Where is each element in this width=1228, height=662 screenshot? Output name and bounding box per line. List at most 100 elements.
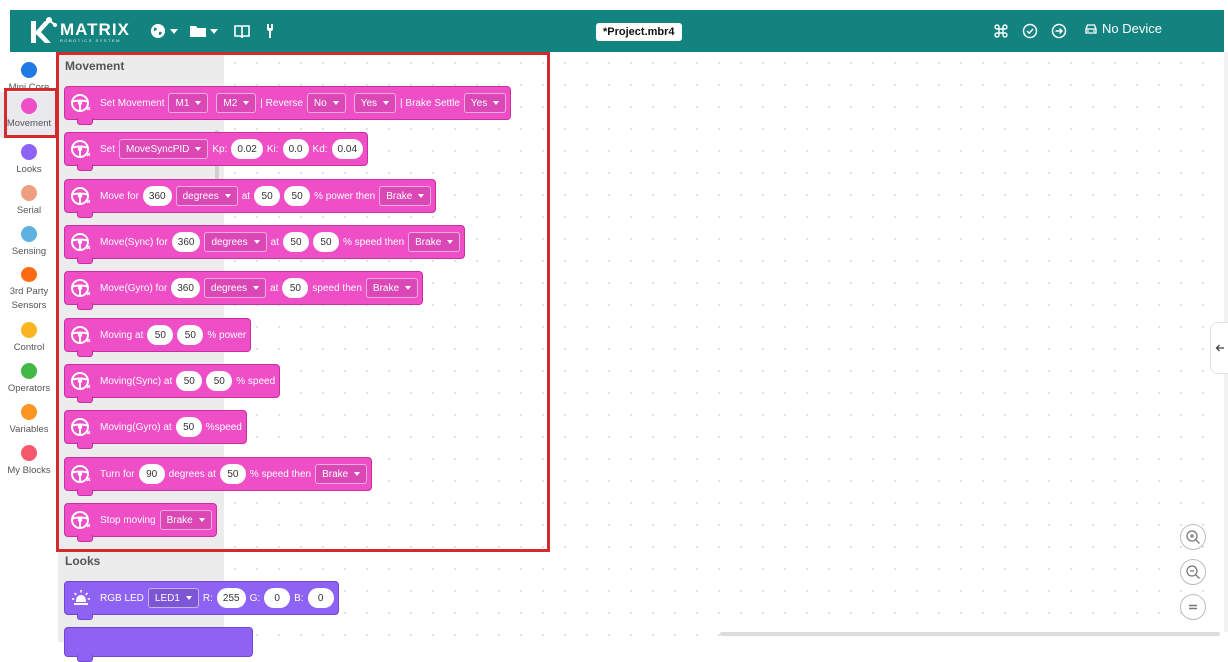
folder-icon — [190, 26, 206, 37]
stop-mode-dropdown[interactable]: Brake — [379, 186, 432, 206]
block-text: % speed — [236, 375, 276, 387]
workspace-canvas[interactable] — [224, 52, 1224, 642]
block-text: Kp: — [212, 143, 228, 155]
category-my-blocks[interactable]: My Blocks — [0, 439, 58, 479]
block-text: R: — [202, 592, 213, 604]
led-dropdown[interactable]: LED1 — [147, 588, 199, 608]
block-move-gyro-for[interactable]: Move(Gyro) for 360 degrees at 50 speed t… — [64, 271, 424, 310]
left-power-input[interactable]: 50 — [254, 186, 281, 206]
category-label: Sensing — [11, 246, 47, 257]
verify-button[interactable] — [1022, 22, 1038, 40]
speed-input[interactable]: 50 — [175, 417, 202, 437]
device-status: No Device — [1102, 21, 1162, 36]
ki-input[interactable]: 0.0 — [282, 139, 309, 159]
pid-mode-dropdown[interactable]: MoveSyncPID — [119, 139, 209, 159]
reverse-right-dropdown[interactable]: Yes — [353, 93, 397, 113]
category-control[interactable]: Control — [0, 316, 58, 356]
category-operators[interactable]: Operators — [0, 357, 58, 397]
motor-right-dropdown[interactable]: M2 — [216, 93, 257, 113]
speed-input[interactable]: 50 — [282, 278, 309, 298]
left-speed-input[interactable]: 50 — [282, 232, 309, 252]
upload-button[interactable] — [1051, 22, 1067, 40]
category-looks[interactable]: Looks — [0, 138, 58, 178]
block-text: RGB LED — [100, 592, 144, 604]
book-icon — [234, 25, 250, 38]
zoom-out-icon — [1186, 565, 1200, 579]
tools-button[interactable] — [265, 22, 275, 40]
tutorial-button[interactable] — [234, 22, 250, 40]
block-moving-at[interactable]: Moving at 50 50 % power — [64, 318, 252, 357]
motor-left-dropdown[interactable]: M1 — [168, 93, 209, 113]
right-speed-input[interactable]: 50 — [312, 232, 339, 252]
logo-subtitle: ROBOTICS SYSTEM — [60, 38, 121, 43]
robot-arm-logo-icon — [31, 17, 57, 43]
block-text: Kd: — [312, 143, 328, 155]
angle-input[interactable]: 90 — [138, 464, 165, 484]
collapse-panel-button[interactable] — [1210, 322, 1228, 374]
category-movement[interactable]: Movement — [0, 92, 58, 138]
block-moving-sync-at[interactable]: Moving(Sync) at 50 50 % speed — [64, 364, 281, 403]
block-text: degrees at — [168, 468, 216, 480]
zoom-reset-button[interactable] — [1180, 594, 1206, 620]
distance-input[interactable]: 360 — [171, 232, 201, 252]
distance-input[interactable]: 360 — [171, 278, 200, 298]
block-moving-gyro-at[interactable]: Moving(Gyro) at 50 %speed — [64, 410, 247, 449]
kp-input[interactable]: 0.02 — [231, 139, 263, 159]
block-move-for[interactable]: Move for 360 degrees at 50 50 % power th… — [64, 179, 437, 218]
category-label-line2: Sensors — [11, 300, 47, 311]
stop-mode-dropdown[interactable]: Brake — [408, 232, 461, 252]
red-input[interactable]: 255 — [216, 588, 246, 608]
block-looks-partial[interactable] — [64, 627, 253, 662]
device-connection-button[interactable]: No Device — [1084, 21, 1162, 36]
arrow-circle-right-icon — [1051, 23, 1067, 39]
category-dot — [21, 363, 37, 379]
category-sensing[interactable]: Sensing — [0, 220, 58, 260]
speed-input[interactable]: 50 — [219, 464, 246, 484]
steering-wheel-icon — [68, 183, 94, 209]
block-set-movement[interactable]: Set Movement M1 M2 | Reverse No Yes | Br… — [64, 86, 512, 125]
language-menu[interactable] — [150, 22, 178, 40]
project-title[interactable]: *Project.mbr4 — [596, 23, 682, 41]
category-mini-core[interactable]: Mini Core — [0, 56, 58, 96]
blue-input[interactable]: 0 — [307, 588, 334, 608]
workspace-horizontal-scrollbar[interactable] — [720, 632, 1220, 636]
category-dot — [21, 404, 37, 420]
left-power-input[interactable]: 50 — [147, 325, 174, 345]
block-set-pid[interactable]: Set MoveSyncPID Kp: 0.02 Ki: 0.0 Kd: 0.0… — [64, 132, 369, 171]
left-speed-input[interactable]: 50 — [176, 371, 203, 391]
stop-mode-dropdown[interactable]: Brake — [159, 510, 212, 530]
unit-dropdown[interactable]: degrees — [175, 186, 238, 206]
block-text: Moving(Sync) at — [100, 375, 173, 387]
stop-mode-dropdown[interactable]: Brake — [315, 464, 368, 484]
block-stop-moving[interactable]: Stop moving Brake — [64, 503, 217, 542]
shortcut-button[interactable] — [994, 22, 1008, 40]
block-move-sync-for[interactable]: Move(Sync) for 360 degrees at 50 50 % sp… — [64, 225, 466, 264]
reverse-left-dropdown[interactable]: No — [306, 93, 346, 113]
zoom-out-button[interactable] — [1180, 559, 1206, 585]
block-turn-for[interactable]: Turn for 90 degrees at 50 % speed then B… — [64, 457, 373, 496]
unit-dropdown[interactable]: degrees — [204, 232, 267, 252]
block-text: at — [241, 190, 251, 202]
category-serial[interactable]: Serial — [0, 179, 58, 219]
file-menu[interactable] — [190, 22, 218, 40]
category-label: Operators — [7, 383, 51, 394]
right-power-input[interactable]: 50 — [177, 325, 204, 345]
brake-settle-dropdown[interactable]: Yes — [463, 93, 507, 113]
block-rgb-led[interactable]: RGB LED LED1 R: 255 G: 0 B: 0 — [64, 581, 339, 620]
category-dot — [21, 445, 37, 461]
distance-input[interactable]: 360 — [142, 186, 172, 206]
right-power-input[interactable]: 50 — [284, 186, 311, 206]
unit-dropdown[interactable]: degrees — [203, 278, 267, 298]
steering-wheel-icon — [68, 368, 94, 394]
block-text: G: — [249, 592, 261, 604]
block-text: Move(Gyro) for — [100, 282, 168, 294]
green-input[interactable]: 0 — [264, 588, 291, 608]
stop-mode-dropdown[interactable]: Brake — [365, 278, 419, 298]
right-speed-input[interactable]: 50 — [206, 371, 233, 391]
category-variables[interactable]: Variables — [0, 398, 58, 438]
header-bar: MATRIX ROBOTICS SYSTEM *Project.mbr4 No … — [10, 10, 1224, 52]
kd-input[interactable]: 0.04 — [331, 139, 364, 159]
zoom-in-icon — [1186, 530, 1200, 544]
category-3rd-party-sensors[interactable]: 3rd Party Sensors — [0, 261, 58, 313]
zoom-in-button[interactable] — [1180, 524, 1206, 550]
